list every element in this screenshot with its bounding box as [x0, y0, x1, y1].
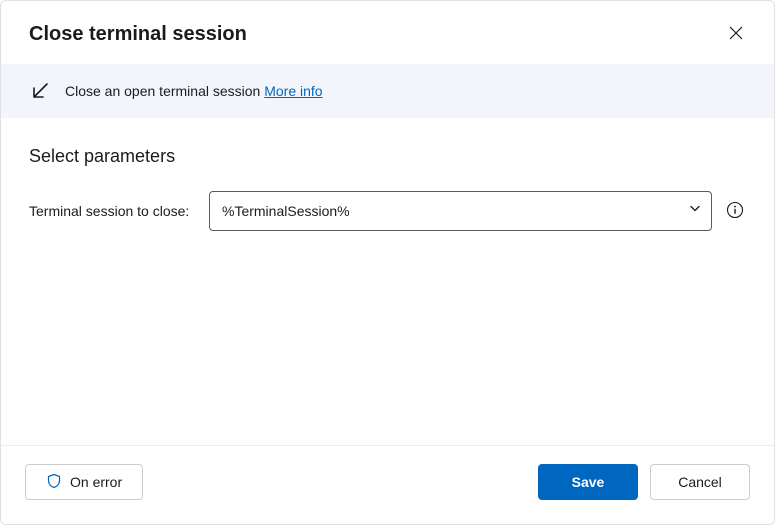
close-button[interactable]: [724, 21, 748, 48]
shield-icon: [46, 473, 62, 492]
terminal-session-select[interactable]: %TerminalSession%: [209, 191, 712, 231]
dialog-footer: On error Save Cancel: [1, 445, 774, 524]
form-row: Terminal session to close: %TerminalSess…: [29, 191, 746, 231]
on-error-button[interactable]: On error: [25, 464, 143, 500]
save-button[interactable]: Save: [538, 464, 638, 500]
dialog-title: Close terminal session: [29, 23, 247, 46]
field-info-button[interactable]: [724, 199, 746, 224]
footer-right: Save Cancel: [538, 464, 750, 500]
close-icon: [728, 25, 744, 44]
select-value: %TerminalSession%: [222, 203, 350, 219]
more-info-link[interactable]: More info: [264, 83, 322, 99]
terminal-session-label: Terminal session to close:: [29, 203, 197, 219]
banner-description: Close an open terminal session: [65, 83, 260, 99]
info-icon: [726, 201, 744, 222]
section-title: Select parameters: [29, 146, 746, 167]
on-error-label: On error: [70, 474, 122, 490]
dialog-header: Close terminal session: [1, 1, 774, 64]
select-wrapper: %TerminalSession%: [209, 191, 712, 231]
info-banner: Close an open terminal session More info: [1, 64, 774, 118]
arrow-down-left-icon: [29, 80, 51, 102]
cancel-button[interactable]: Cancel: [650, 464, 750, 500]
dialog-content: Select parameters Terminal session to cl…: [1, 118, 774, 445]
banner-text-container: Close an open terminal session More info: [65, 83, 323, 99]
